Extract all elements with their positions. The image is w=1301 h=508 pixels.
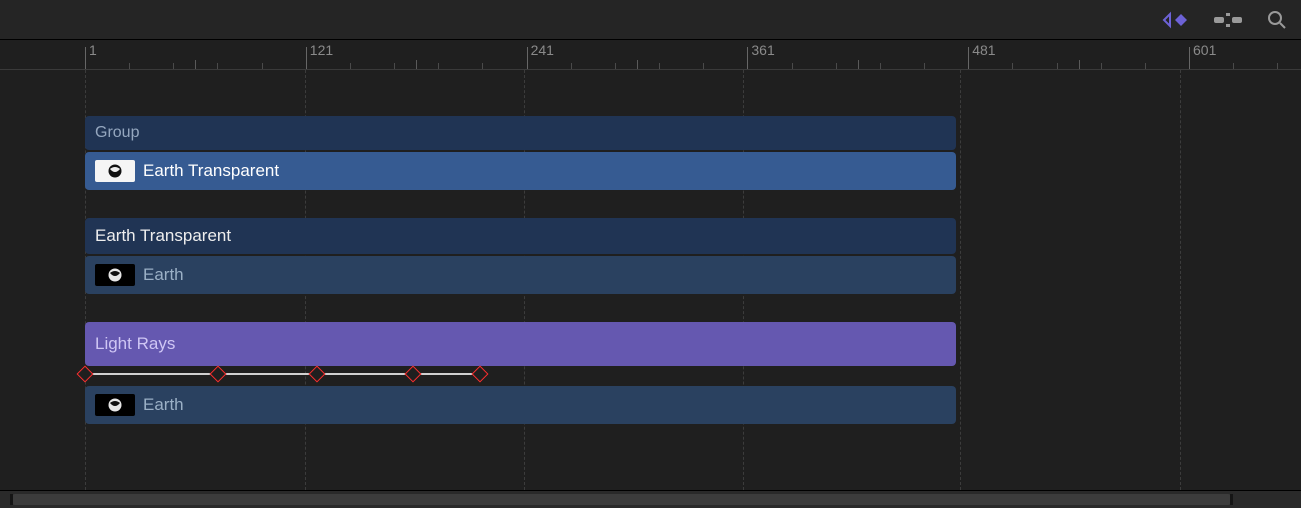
scrollbar-cap-left[interactable] bbox=[10, 494, 13, 505]
group-header-label: Group bbox=[95, 124, 139, 142]
snap-icon[interactable] bbox=[1213, 11, 1243, 29]
timeline-ruler[interactable]: 1 121 241 361 481 601 bbox=[0, 40, 1301, 70]
effect-bar-light-rays[interactable]: Light Rays bbox=[85, 322, 956, 366]
timeline-area[interactable]: Group Earth Transparent Earth Transparen… bbox=[0, 70, 1301, 490]
search-icon[interactable] bbox=[1267, 10, 1287, 30]
ruler-label: 121 bbox=[310, 42, 333, 58]
layer-label: Earth bbox=[143, 395, 184, 415]
layer-thumbnail bbox=[95, 264, 135, 286]
group-header-bar[interactable]: Earth Transparent bbox=[85, 218, 956, 254]
keyframe-marker[interactable] bbox=[210, 366, 227, 383]
layer-label: Earth bbox=[143, 265, 184, 285]
layer-thumbnail bbox=[95, 160, 135, 182]
keyframe-marker[interactable] bbox=[405, 366, 422, 383]
ruler-label: 1 bbox=[89, 42, 97, 58]
layer-label: Earth Transparent bbox=[143, 161, 279, 181]
layer-bar-earth[interactable]: Earth bbox=[85, 256, 956, 294]
keyframe-track[interactable] bbox=[85, 373, 485, 375]
scrollbar-thumb[interactable] bbox=[10, 494, 1233, 505]
timeline-toolbar bbox=[0, 0, 1301, 40]
effect-label: Light Rays bbox=[95, 334, 175, 354]
group-header-label: Earth Transparent bbox=[95, 226, 231, 246]
layer-thumbnail bbox=[95, 394, 135, 416]
keyframe-marker[interactable] bbox=[472, 366, 489, 383]
ruler-label: 241 bbox=[531, 42, 554, 58]
timeline-horizontal-scrollbar[interactable] bbox=[0, 490, 1301, 508]
ruler-label: 361 bbox=[751, 42, 774, 58]
keyframe-marker[interactable] bbox=[77, 366, 94, 383]
ruler-label: 601 bbox=[1193, 42, 1216, 58]
keyframe-marker[interactable] bbox=[309, 366, 326, 383]
keyframe-toggle-icon[interactable] bbox=[1155, 11, 1189, 29]
ruler-label: 481 bbox=[972, 42, 995, 58]
group-header-bar[interactable]: Group bbox=[85, 116, 956, 150]
layer-bar-earth-transparent-selected[interactable]: Earth Transparent bbox=[85, 152, 956, 190]
layer-bar-earth[interactable]: Earth bbox=[85, 386, 956, 424]
scrollbar-cap-right[interactable] bbox=[1230, 494, 1233, 505]
